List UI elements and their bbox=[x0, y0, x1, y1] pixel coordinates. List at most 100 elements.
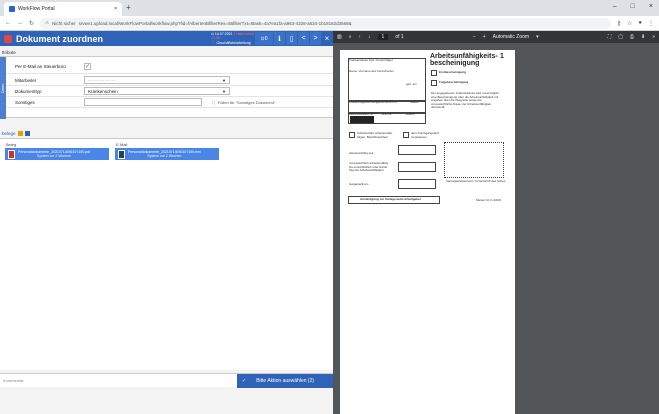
browser-tab[interactable]: WorkFlow Portal × bbox=[4, 2, 122, 16]
expand-icon[interactable]: ⛶ bbox=[212, 100, 215, 105]
history-button[interactable]: ⊙ 0 bbox=[255, 32, 273, 45]
form-number: 1 bbox=[500, 53, 504, 60]
chevron-down-icon: ▼ bbox=[222, 88, 226, 94]
forward-icon[interactable]: → bbox=[17, 20, 23, 26]
file-button[interactable]: ▯ bbox=[286, 32, 297, 45]
presentation-icon[interactable]: ⛶ bbox=[608, 34, 612, 40]
attributes-panel: Daten Per E-Mail an Steuerbüro ✓ Mitarbe… bbox=[0, 56, 333, 119]
zoom-select[interactable]: Automatic Zoom bbox=[493, 34, 529, 40]
star-icon[interactable]: ☆ bbox=[627, 20, 632, 27]
pdf-page: Krankenkasse bzw. Kostenträger Name, Vor… bbox=[340, 50, 515, 414]
download-icon[interactable]: ⬇ bbox=[641, 34, 645, 40]
maximize-button[interactable]: □ bbox=[631, 3, 635, 10]
key-icon[interactable]: ⚷ bbox=[617, 20, 621, 27]
close-window-button[interactable]: × bbox=[649, 3, 653, 10]
window-controls: – □ × bbox=[613, 3, 653, 10]
prev-button[interactable]: < bbox=[298, 32, 309, 45]
durchgang-checkbox bbox=[403, 132, 409, 138]
more-icon[interactable]: » bbox=[652, 34, 655, 40]
email-checkbox[interactable]: ✓ bbox=[84, 63, 91, 70]
open-file-icon[interactable]: ▢ bbox=[618, 34, 623, 40]
search-icon[interactable]: ⌕ bbox=[349, 34, 352, 40]
page-total: of 1 bbox=[395, 34, 404, 40]
kasse-nr-label: Kostenträgerkennung bbox=[349, 100, 378, 104]
bis-date-boxes bbox=[398, 162, 436, 172]
comment-input[interactable]: Kommentar bbox=[0, 378, 24, 383]
datum-label: Datum bbox=[406, 112, 415, 116]
menu-icon[interactable]: ⋮ bbox=[648, 20, 654, 27]
durchgang-label: dem Durchgangsarzt zugewiesen bbox=[411, 131, 439, 139]
info-button[interactable]: ℹ bbox=[274, 32, 285, 45]
sonstiges-label: Sonstiges bbox=[15, 99, 35, 105]
arzt-nr-label: Arzt-Nr. bbox=[382, 112, 393, 116]
email-file-icon bbox=[118, 149, 125, 159]
security-label: Nicht sicher bbox=[52, 20, 76, 26]
email-column: E-Mail Personaldokumente_202107140921071… bbox=[112, 139, 222, 189]
zoom-out-icon[interactable]: − bbox=[473, 34, 476, 40]
browser-tab-bar: WorkFlow Portal × + – □ × bbox=[0, 0, 659, 16]
folge-checkbox bbox=[431, 80, 437, 86]
address-bar: ← → ↻ ⚠ Nicht sicher srvwv1.upload.local… bbox=[0, 16, 659, 31]
row-mitarbeiter: Mitarbeiter — — — — — ▼ bbox=[6, 75, 333, 86]
file-icon: ▯ bbox=[289, 35, 294, 43]
grid-icon[interactable] bbox=[24, 131, 30, 136]
history-badge: 0 bbox=[264, 35, 268, 42]
mitarbeiter-label: Mitarbeiter bbox=[15, 77, 37, 83]
close-button[interactable]: × bbox=[321, 34, 333, 43]
folder-icon[interactable] bbox=[17, 131, 23, 136]
status-label: Status bbox=[410, 100, 419, 104]
seit-date-boxes bbox=[398, 145, 436, 155]
minimize-button[interactable]: – bbox=[613, 3, 617, 10]
sidebar-toggle-icon[interactable]: ▥ bbox=[337, 34, 342, 40]
form-title: Arbeitsunfähigkeits-bescheinigung bbox=[430, 53, 498, 67]
task-date: 14.07.2021 bbox=[214, 31, 233, 36]
pdf-icon bbox=[8, 149, 15, 159]
tab-close-icon[interactable]: × bbox=[114, 6, 117, 12]
reload-icon[interactable]: ↻ bbox=[29, 20, 34, 27]
task-meta: ⊙ 14.07.2021 1 Nicht erfüllt 10:30 👤 Ges… bbox=[211, 31, 254, 45]
zoom-in-icon[interactable]: + bbox=[483, 34, 486, 40]
footer-bar: Kommentar ✓ Bitte Aktion auswählen (2) bbox=[0, 373, 333, 388]
email-label: Per E-Mail an Steuerbüro bbox=[15, 64, 66, 69]
sonstiges-input[interactable] bbox=[84, 98, 202, 106]
back-icon[interactable]: ← bbox=[5, 20, 11, 26]
pdf-toolbar: ▥ ⌕ ↑ ↓ 1 of 1 − + Automatic Zoom ▾ ⛶ ▢ … bbox=[333, 31, 659, 43]
email-file-sub: System vor 2 Wochen bbox=[147, 154, 182, 158]
action-button[interactable]: ✓ Bitte Aktion auswählen (2) bbox=[237, 373, 333, 388]
erst-checkbox bbox=[431, 70, 437, 76]
barcode-block bbox=[350, 116, 374, 123]
geb-label: geb. am bbox=[406, 82, 417, 86]
name-label: Name, Vorname des Versicherten bbox=[349, 69, 394, 73]
note-text: Der angegebenen Krankenkasse wird unverz… bbox=[431, 91, 499, 109]
row-sonstiges: Sonstiges ⛶ Füllen für "Sonstiges Dokumen… bbox=[6, 97, 333, 108]
print-icon[interactable]: ⎙ bbox=[630, 34, 634, 40]
footer-text: Ausfertigung zur Vorlage beim Arbeitgebe… bbox=[360, 197, 422, 201]
belege-label-text: belege bbox=[2, 131, 16, 136]
page-down-icon[interactable]: ↓ bbox=[368, 34, 371, 40]
url-field[interactable]: ⚠ Nicht sicher srvwv1.upload.local/WorkF… bbox=[40, 17, 611, 29]
row-dokumenttyp: Dokumenttyp Krankenschein ▼ bbox=[6, 86, 333, 97]
profile-icon[interactable]: ● bbox=[638, 20, 642, 27]
new-tab-button[interactable]: + bbox=[126, 3, 131, 12]
vers-nr-label: Versicherten-Nr. bbox=[376, 100, 398, 104]
muster-label: Muster 1b (1.2016) bbox=[476, 198, 502, 202]
check-icon: ✓ bbox=[242, 377, 247, 384]
app-logo bbox=[0, 31, 16, 46]
sonstiges-hint-text: Füllen für "Sonstiges Dokument" bbox=[217, 99, 276, 105]
page-number-input[interactable]: 1 bbox=[377, 34, 389, 40]
erst-label: Erstbescheinigung bbox=[439, 70, 467, 74]
sonstiges-hint: ⛶ Füllen für "Sonstiges Dokument" bbox=[212, 100, 275, 105]
url-text: srvwv1.upload.local/WorkFlowPortal/workf… bbox=[78, 20, 352, 26]
dokumenttyp-select[interactable]: Krankenschein ▼ bbox=[84, 87, 230, 95]
page-up-icon[interactable]: ↑ bbox=[359, 34, 362, 40]
beleg-file-sub: System vor 2 Wochen bbox=[36, 154, 72, 158]
belege-label: belege bbox=[2, 131, 30, 136]
email-document[interactable]: Personaldokumente_20210714092107100.eml … bbox=[115, 148, 219, 160]
beleg-document[interactable]: Personaldokumente_20210714092107100.pdf … bbox=[5, 148, 109, 160]
task-due: Geschäftsbearbeitung bbox=[216, 40, 251, 45]
festgestellt-label: festgestellt am bbox=[349, 182, 369, 186]
row-email: Per E-Mail an Steuerbüro ✓ bbox=[6, 60, 333, 74]
next-button[interactable]: > bbox=[310, 32, 321, 45]
beleg-column: Beleg Personaldokumente_2021071409210710… bbox=[2, 139, 112, 189]
mitarbeiter-select[interactable]: — — — — — ▼ bbox=[84, 76, 230, 84]
